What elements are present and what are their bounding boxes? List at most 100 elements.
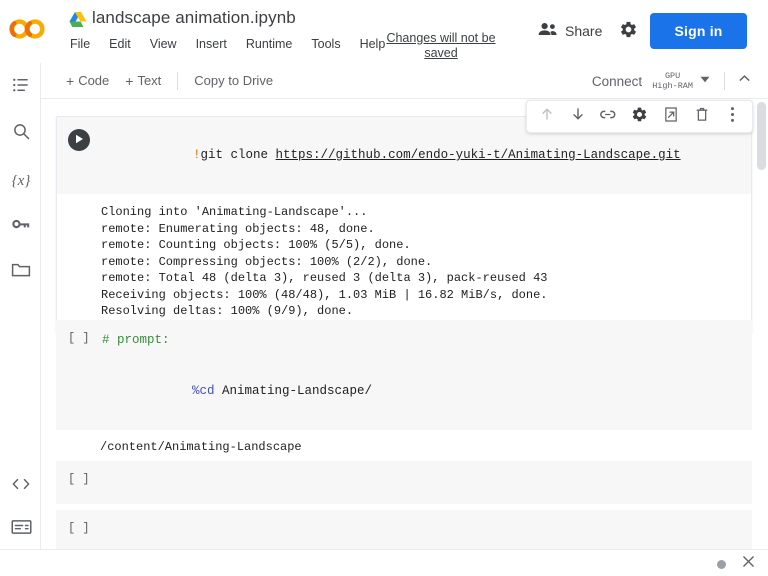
more-vert-icon [730, 106, 735, 128]
link-icon [600, 106, 617, 128]
list-icon [12, 76, 31, 100]
mirror-cell-in-tab-button[interactable] [658, 104, 683, 129]
notebook-toolbar: + Code + Text Copy to Drive Connect GPU … [41, 63, 768, 99]
menu-runtime[interactable]: Runtime [244, 36, 295, 52]
repo-url[interactable]: https://github.com/endo-yuki-t/Animating… [276, 148, 681, 162]
cell-code[interactable] [100, 461, 752, 504]
play-icon [75, 131, 84, 149]
add-text-label: Text [137, 73, 162, 88]
collapse-toolbar-button[interactable] [732, 69, 756, 93]
toolbar-divider [177, 71, 179, 90]
status-dot[interactable] [717, 560, 726, 569]
menu-insert[interactable]: Insert [194, 36, 229, 52]
menu-tools[interactable]: Tools [309, 36, 342, 52]
output-line: remote: Total 48 (delta 3), reused 3 (de… [101, 271, 548, 285]
output-line: remote: Compressing objects: 100% (2/2),… [101, 254, 433, 269]
close-icon [742, 555, 755, 573]
left-sidebar: {x} [0, 63, 41, 576]
notebook-scroll-area[interactable]: !git clone https://github.com/endo-yuki-… [41, 99, 768, 549]
cell-editor[interactable]: [ ] # prompt: %cd Animating-Landscape/ [56, 320, 752, 430]
sidebar-item-terminal[interactable] [8, 516, 34, 542]
connect-button[interactable]: Connect [588, 71, 646, 92]
cell-editor[interactable]: [ ] [56, 461, 752, 504]
move-cell-down-button[interactable] [565, 104, 590, 129]
code-cell-4[interactable]: [ ] [56, 510, 752, 549]
more-cell-actions-button[interactable] [720, 104, 745, 129]
cell-settings-button[interactable] [627, 104, 652, 129]
menu-view[interactable]: View [148, 36, 179, 52]
open-in-new-icon [663, 106, 679, 128]
run-cell-button[interactable] [68, 129, 90, 151]
arrow-up-icon [539, 106, 555, 127]
runtime-type: GPU [664, 71, 681, 81]
key-icon [11, 215, 31, 238]
code-brackets-icon [11, 476, 31, 497]
chevron-down-icon [699, 72, 711, 90]
menu-file[interactable]: File [68, 36, 92, 52]
toolbar-left-group: + Code + Text Copy to Drive [58, 70, 281, 91]
folder-icon [11, 261, 31, 284]
code-cell-2[interactable]: [ ] # prompt: %cd Animating-Landscape/ /… [56, 320, 752, 468]
menu-edit[interactable]: Edit [107, 36, 133, 52]
sidebar-item-variables[interactable]: {x} [8, 168, 34, 194]
trash-icon [694, 106, 710, 128]
sidebar-item-code-snippets[interactable] [8, 473, 34, 499]
add-code-label: Code [78, 73, 110, 88]
variables-icon: {x} [11, 172, 31, 189]
google-drive-icon[interactable] [69, 11, 87, 28]
code-cell-1[interactable]: !git clone https://github.com/endo-yuki-… [56, 116, 752, 333]
magic-token: %cd [192, 384, 215, 398]
cell-prompt[interactable]: [ ] [56, 510, 100, 535]
cell-prompt[interactable]: [ ] [56, 320, 100, 345]
app-header: landscape animation.ipynb File Edit View… [0, 0, 768, 63]
run-gutter [57, 117, 101, 151]
add-text-cell-button[interactable]: + Text [117, 70, 169, 91]
add-code-cell-button[interactable]: + Code [58, 70, 117, 91]
unsaved-changes-notice[interactable]: Changes will not be saved [380, 31, 502, 61]
magic-arg: Animating-Landscape/ [214, 384, 373, 398]
menu-bar: File Edit View Insert Runtime Tools Help [68, 36, 387, 52]
runtime-dropdown-button[interactable] [693, 69, 717, 93]
chevron-up-icon [737, 71, 752, 91]
cell-editor[interactable]: [ ] [56, 510, 752, 549]
delete-cell-button[interactable] [689, 104, 714, 129]
toolbar-divider [724, 72, 725, 90]
copy-to-drive-button[interactable]: Copy to Drive [186, 70, 281, 91]
toolbar-right-group: Connect GPU High-RAM [588, 69, 756, 93]
status-bar [0, 549, 768, 576]
gear-icon [631, 106, 648, 128]
runtime-ram: High-RAM [652, 81, 693, 91]
cell-output-1: Cloning into 'Animating-Landscape'... re… [57, 194, 751, 332]
cell-code[interactable] [100, 510, 752, 549]
notebook-title[interactable]: landscape animation.ipynb [92, 8, 296, 28]
plus-icon: + [66, 72, 75, 89]
cell-prompt[interactable]: [ ] [56, 461, 100, 486]
terminal-icon [10, 519, 32, 540]
arrow-down-icon [570, 106, 586, 127]
vertical-scrollbar[interactable] [755, 99, 768, 549]
output-line: remote: Enumerating objects: 48, done. [101, 221, 375, 236]
output-line: /content/Animating-Landscape [100, 440, 302, 454]
sidebar-item-files[interactable] [8, 259, 34, 285]
cell-code[interactable]: # prompt: %cd Animating-Landscape/ [100, 320, 752, 430]
cell-action-toolbar [526, 100, 753, 133]
output-line: Resolving deltas: 100% (9/9), done. [101, 304, 354, 318]
sidebar-item-table-of-contents[interactable] [8, 75, 34, 101]
sidebar-item-secrets[interactable] [8, 213, 34, 239]
colab-window: landscape animation.ipynb File Edit View… [0, 0, 768, 576]
output-line: remote: Counting objects: 100% (5/5), do… [101, 238, 411, 252]
code-cell-3[interactable]: [ ] [56, 461, 752, 504]
runtime-spec[interactable]: GPU High-RAM [652, 71, 693, 91]
link-to-cell-button[interactable] [596, 104, 621, 129]
settings-button[interactable] [615, 19, 641, 45]
sidebar-item-find-and-replace[interactable] [8, 121, 34, 147]
scrollbar-thumb[interactable] [757, 102, 766, 170]
move-cell-up-button[interactable] [534, 104, 559, 129]
plus-icon: + [125, 72, 134, 89]
code-command: git clone [200, 148, 276, 162]
colab-logo[interactable] [8, 16, 48, 42]
share-button[interactable]: Share [532, 18, 608, 43]
close-button[interactable] [739, 554, 758, 573]
sign-in-button[interactable]: Sign in [650, 13, 747, 49]
